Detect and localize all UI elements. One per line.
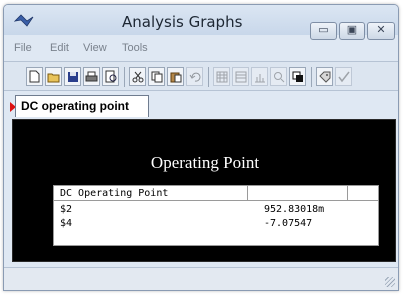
paste-icon[interactable]	[167, 67, 184, 86]
menu-file[interactable]: File	[14, 42, 32, 54]
toolbar-separator	[311, 67, 312, 87]
toolbar-separator	[124, 67, 125, 87]
row-name: $4	[60, 218, 73, 229]
tab-dc-operating-point[interactable]: DC operating point	[15, 95, 149, 117]
row-value: 952.83018m	[264, 204, 325, 215]
window-title: Analysis Graphs	[122, 13, 243, 31]
zoom-icon[interactable]	[270, 67, 287, 86]
graph-title: Operating Point	[150, 153, 260, 172]
print-icon[interactable]	[83, 67, 100, 86]
new-icon[interactable]	[26, 67, 43, 86]
close-button[interactable]: ✕	[367, 22, 395, 40]
menu-view[interactable]: View	[83, 42, 107, 54]
status-bar	[4, 267, 398, 290]
minimize-button[interactable]: ▭	[310, 22, 337, 40]
toolbar	[4, 61, 398, 91]
grid-icon[interactable]	[213, 67, 230, 86]
menu-edit[interactable]: Edit	[50, 42, 69, 54]
copy-window-icon[interactable]	[289, 67, 306, 86]
open-icon[interactable]	[45, 67, 62, 86]
tab-strip: DC operating point	[4, 93, 398, 117]
check-icon[interactable]	[335, 67, 352, 86]
table-row: $2 952.83018m	[54, 203, 378, 217]
tag-icon[interactable]	[316, 67, 333, 86]
maximize-button[interactable]: ▣	[339, 22, 365, 40]
table-header: DC Operating Point	[54, 186, 378, 201]
table-icon[interactable]	[232, 67, 249, 86]
column-divider	[347, 186, 348, 201]
column-divider	[247, 186, 248, 201]
cut-icon[interactable]	[129, 67, 146, 86]
save-icon[interactable]	[64, 67, 81, 86]
graph-area: Operating Point DC Operating Point $2 95…	[12, 119, 396, 262]
print-preview-icon[interactable]	[102, 67, 119, 86]
operating-point-table: DC Operating Point $2 952.83018m $4 -7.0…	[53, 185, 379, 246]
resize-grip[interactable]	[385, 277, 395, 287]
app-icon	[13, 14, 34, 28]
chart-icon[interactable]	[251, 67, 268, 86]
copy-icon[interactable]	[148, 67, 165, 86]
row-value: -7.07547	[264, 218, 313, 229]
table-header-label: DC Operating Point	[60, 188, 169, 199]
menu-tools[interactable]: Tools	[122, 42, 148, 54]
table-row: $4 -7.07547	[54, 217, 378, 231]
toolbar-separator	[208, 67, 209, 87]
analysis-graphs-window: Analysis Graphs ▭ ▣ ✕ File Edit View Too…	[3, 4, 399, 291]
row-name: $2	[60, 204, 73, 215]
menu-bar: File Edit View Tools	[4, 41, 398, 57]
undo-icon[interactable]	[186, 67, 203, 86]
title-bar[interactable]: Analysis Graphs ▭ ▣ ✕	[4, 5, 398, 40]
